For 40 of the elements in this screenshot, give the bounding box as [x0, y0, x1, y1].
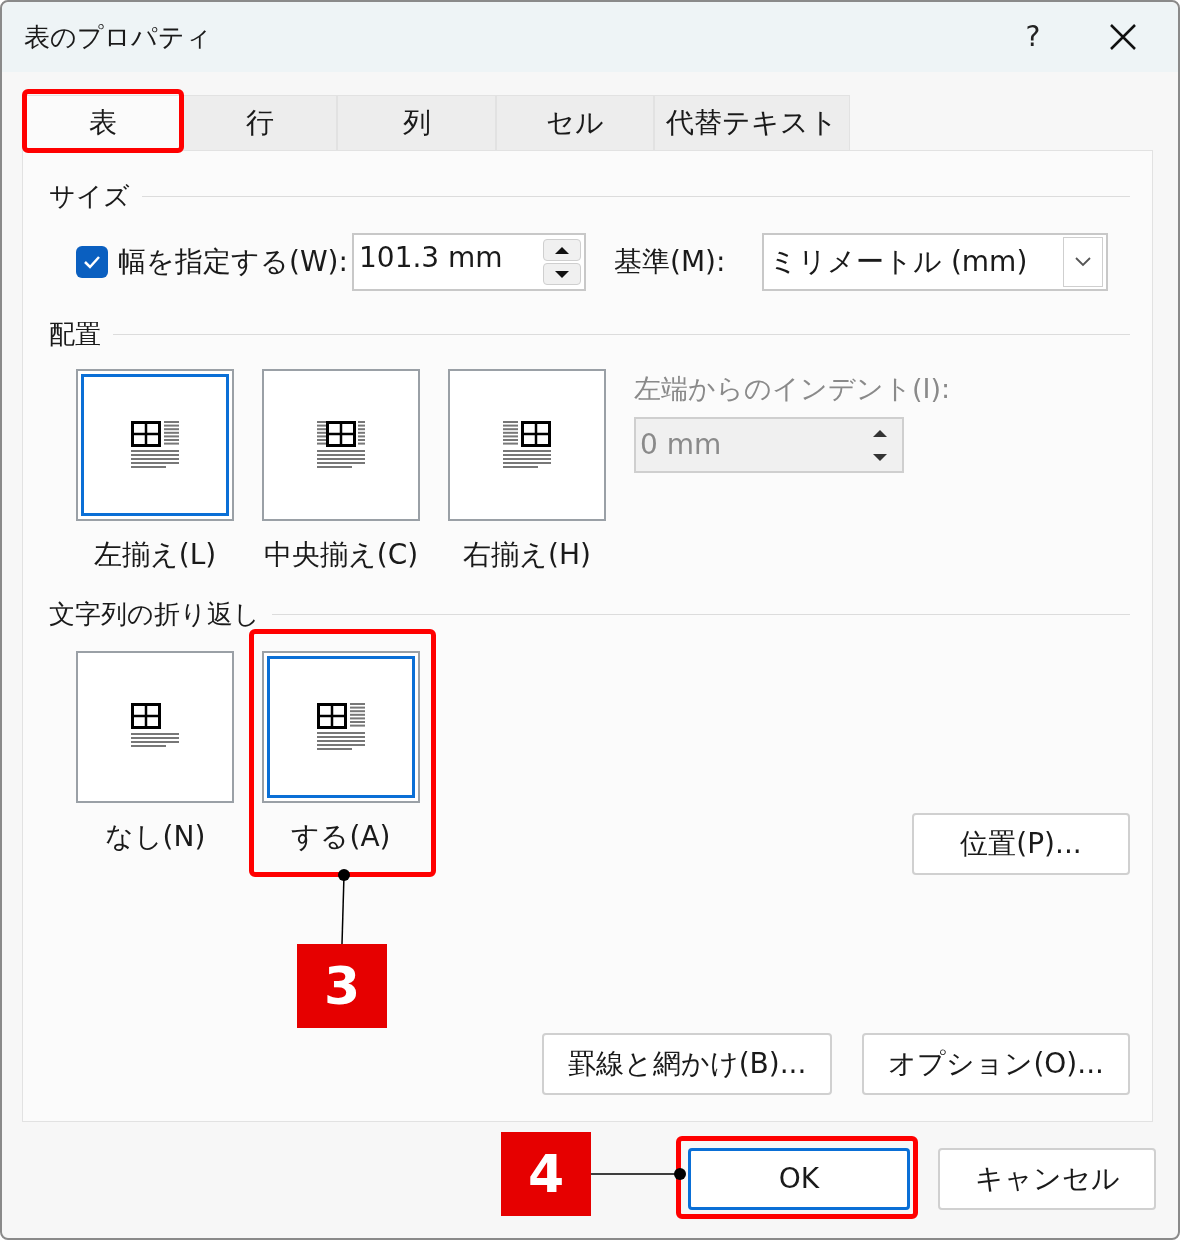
- layout-option-button[interactable]: [262, 369, 420, 521]
- tab[interactable]: 列: [337, 95, 496, 150]
- position-button[interactable]: 位置(P)...: [912, 813, 1130, 875]
- field-label: 基準(M):: [614, 244, 727, 280]
- table-layout-icon: [317, 421, 365, 469]
- tab[interactable]: 行: [183, 95, 337, 150]
- dialog-button[interactable]: 罫線と網かけ(B)...: [541, 1033, 833, 1095]
- layout-option-button[interactable]: [448, 369, 606, 521]
- spin-down-button[interactable]: [543, 263, 581, 285]
- chevron-down-icon: [1074, 256, 1092, 268]
- table-layout-icon: [317, 703, 365, 751]
- step-number-badge: 3: [297, 944, 387, 1028]
- tab[interactable]: 代替テキスト: [654, 95, 850, 150]
- cancel-button[interactable]: キャンセル: [938, 1148, 1156, 1210]
- layout-option-button[interactable]: [262, 651, 420, 803]
- tab[interactable]: セル: [496, 95, 654, 150]
- close-icon: [1109, 23, 1137, 51]
- option-label: 右揃え(H): [463, 537, 591, 573]
- option-label: 中央揃え(C): [263, 537, 419, 573]
- unit-dropdown[interactable]: ミリメートル (mm): [762, 233, 1108, 291]
- field-label: 左端からのインデント(I):: [634, 372, 951, 406]
- section-heading: 配置: [49, 318, 101, 351]
- option-label: なし(N): [104, 819, 206, 855]
- width-field[interactable]: 101.3 mm: [352, 233, 586, 291]
- step-number-badge: 4: [501, 1132, 591, 1216]
- section-heading: サイズ: [49, 180, 130, 213]
- checkbox[interactable]: [76, 246, 108, 278]
- checkbox-label: 幅を指定する(W):: [118, 244, 343, 280]
- option-label: する(A): [291, 819, 391, 855]
- layout-option-button[interactable]: [76, 651, 234, 803]
- option-label: 左揃え(L): [93, 537, 217, 573]
- help-button[interactable]: ?: [1008, 12, 1058, 62]
- layout-option-button[interactable]: [76, 369, 234, 521]
- table-layout-icon: [503, 421, 551, 469]
- ok-button[interactable]: OK: [688, 1148, 910, 1210]
- spin-up-button[interactable]: [543, 239, 581, 261]
- table-layout-icon: [131, 421, 179, 469]
- section-heading: 文字列の折り返し: [49, 598, 260, 631]
- dialog-button[interactable]: オプション(O)...: [862, 1033, 1130, 1095]
- window-title: 表のプロパティ: [24, 20, 213, 54]
